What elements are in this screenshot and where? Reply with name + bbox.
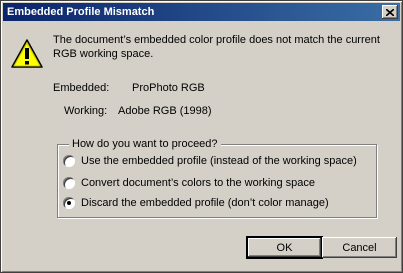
radio-button-selected[interactable] <box>63 197 75 209</box>
option-label[interactable]: Use the embedded profile (instead of the… <box>81 155 357 167</box>
working-label: Working: <box>64 105 108 117</box>
option-use-embedded[interactable]: Use the embedded profile (instead of the… <box>63 154 357 168</box>
warning-icon <box>11 39 43 68</box>
radio-button[interactable] <box>63 177 75 189</box>
option-label[interactable]: Discard the embedded profile (don’t colo… <box>81 197 329 209</box>
close-icon <box>386 8 394 16</box>
option-discard-profile[interactable]: Discard the embedded profile (don’t colo… <box>63 196 329 210</box>
embedded-label: Embedded: <box>53 82 110 94</box>
dialog-title: Embedded Profile Mismatch <box>7 6 155 18</box>
mismatch-message: The document’s embedded color profile do… <box>53 34 380 60</box>
dialog-window: Embedded Profile Mismatch The document’s… <box>0 0 403 273</box>
embedded-value: ProPhoto RGB <box>132 82 205 94</box>
title-bar[interactable]: Embedded Profile Mismatch <box>3 3 400 21</box>
close-button[interactable] <box>382 5 398 19</box>
radio-button[interactable] <box>63 155 75 167</box>
proceed-options-legend: How do you want to proceed? <box>69 137 221 151</box>
cancel-button[interactable]: Cancel <box>322 237 397 258</box>
option-label[interactable]: Convert document’s colors to the working… <box>81 177 315 189</box>
working-value: Adobe RGB (1998) <box>118 105 212 117</box>
ok-button[interactable]: OK <box>247 237 322 258</box>
option-convert-colors[interactable]: Convert document’s colors to the working… <box>63 176 315 190</box>
